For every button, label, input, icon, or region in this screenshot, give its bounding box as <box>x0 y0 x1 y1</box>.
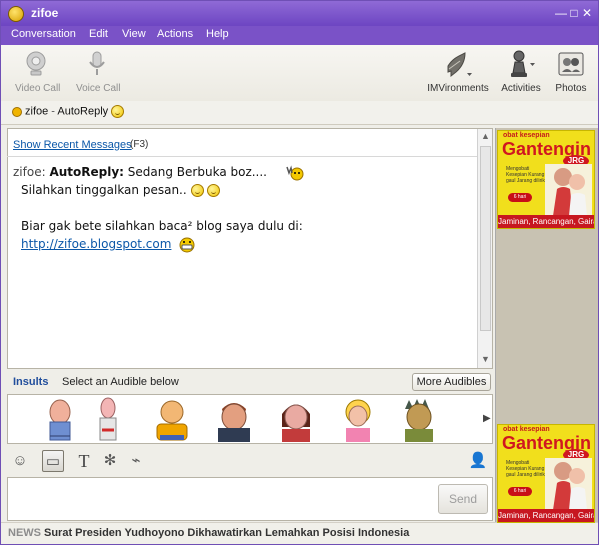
audible-instruction: Select an Audible below <box>62 376 179 388</box>
ad-pill: 6 hari <box>508 487 532 496</box>
video-call-button[interactable]: Video Call <box>15 49 61 94</box>
audible-character-4[interactable] <box>210 397 258 443</box>
news-headline[interactable]: Surat Presiden Yudhoyono Dikhawatirkan L… <box>44 527 409 539</box>
menu-view[interactable]: View <box>122 28 146 40</box>
message-line-4: http://zifoe.blogspot.com <box>13 235 483 253</box>
contact-info-icon[interactable]: 👤 <box>467 450 489 472</box>
send-button[interactable]: Send <box>438 484 488 514</box>
audible-toggle-icon[interactable]: ▭ <box>42 450 64 472</box>
audible-strip-next-arrow-icon[interactable]: ▶ <box>483 413 492 425</box>
audible-category[interactable]: Insults <box>13 376 48 388</box>
menu-edit[interactable]: Edit <box>89 28 108 40</box>
messenger-smiley-icon <box>8 6 24 22</box>
scroll-thumb[interactable] <box>480 146 491 331</box>
imvironments-button[interactable]: IMVironments <box>427 49 489 94</box>
ad-people-image <box>545 164 592 216</box>
menu-help[interactable]: Help <box>206 28 229 40</box>
attachment-icon[interactable]: ⌁ <box>125 450 147 472</box>
photos-button[interactable]: Photos <box>553 49 589 94</box>
message-line-1: zifoe: AutoReply: Sedang Berbuka boz.... <box>13 163 483 181</box>
message-text-3: Biar gak bete silahkan baca² blog saya d… <box>21 219 303 233</box>
message-list: zifoe: AutoReply: Sedang Berbuka boz....… <box>13 163 483 253</box>
conversation-scrollbar[interactable]: ▲ ▼ <box>477 129 492 368</box>
news-label: NEWS <box>8 527 41 539</box>
audible-character-5[interactable] <box>272 397 320 443</box>
ad-small-text: obat kesepian <box>503 132 550 139</box>
menu-conversation[interactable]: Conversation <box>11 28 76 40</box>
input-formatting-toolbar: ☺ ▭ T ✻ ⌁ 👤 <box>7 447 493 475</box>
presence-status-icon <box>12 107 22 117</box>
message-line-3: Biar gak bete silahkan baca² blog saya d… <box>13 217 483 235</box>
menu-bar: Conversation Edit View Actions Help <box>1 26 598 45</box>
ad-note: Mengobati Kesepian Kurang gaul Jarang di… <box>506 460 545 478</box>
ad-small-text: obat kesepian <box>503 426 550 433</box>
chess-pawn-icon <box>511 50 535 77</box>
audible-character-6[interactable] <box>334 397 382 443</box>
camera-icon <box>26 51 46 76</box>
window-title: zifoe <box>31 6 59 20</box>
ad-bottom-text: Jaminan, Rancangan, Gairah <box>498 509 595 522</box>
ad-note: Mengobati Kesepian Kurang gaul Jarang di… <box>506 166 545 184</box>
message-text-2: Silahkan tinggalkan pesan.. <box>21 183 187 197</box>
activities-label: Activities <box>501 83 541 94</box>
history-separator <box>7 156 479 157</box>
status-smiley-icon <box>111 105 125 118</box>
contact-name: zifoe <box>25 105 49 118</box>
video-call-label: Video Call <box>15 83 61 94</box>
recent-messages-shortcut: (F3) <box>130 139 149 150</box>
photos-icon <box>558 52 584 76</box>
minimize-button[interactable]: — <box>554 6 568 20</box>
contact-autoreply-status: AutoReply <box>57 105 109 118</box>
ad-people-image <box>545 458 592 510</box>
smile-emoticon-icon <box>190 184 204 197</box>
advertisement-banner-top[interactable]: obat kesepian Gantengin JRG Mengobati Ke… <box>497 130 595 229</box>
ad-pill: 6 hari <box>508 193 532 202</box>
message-speaker: zifoe: <box>13 165 46 179</box>
autoreply-label: AutoReply: <box>49 165 124 179</box>
audible-character-2[interactable] <box>86 397 134 443</box>
news-ticker: NEWS Surat Presiden Yudhoyono Dikhawatir… <box>1 522 598 544</box>
im-conversation-window: zifoe — □ ✕ Conversation Edit View Actio… <box>0 0 599 545</box>
contact-status: zifoe - AutoReply <box>25 105 125 118</box>
scroll-up-arrow-icon[interactable]: ▲ <box>479 130 492 144</box>
blog-link[interactable]: http://zifoe.blogspot.com <box>21 237 171 251</box>
audible-strip: ▶ <box>7 394 493 444</box>
text-format-icon[interactable]: T <box>73 450 95 472</box>
maximize-button[interactable]: □ <box>567 6 581 20</box>
main-toolbar: Video Call Voice Call IMVironments Activ… <box>1 45 598 101</box>
show-recent-messages-link[interactable]: Show Recent Messages <box>13 139 132 151</box>
grin-emoticon-icon <box>179 237 195 252</box>
voice-call-label: Voice Call <box>76 83 121 94</box>
ad-bottom-text: Jaminan, Rancangan, Gairah <box>498 215 595 228</box>
imvironments-label: IMVironments <box>427 83 489 94</box>
scroll-down-arrow-icon[interactable]: ▼ <box>479 353 492 367</box>
microphone-icon <box>89 51 105 75</box>
message-compose-input[interactable] <box>7 477 493 521</box>
photos-label: Photos <box>555 83 587 94</box>
audible-header: Insults Select an Audible below More Aud… <box>7 372 493 394</box>
audible-character-1[interactable] <box>38 397 86 443</box>
activities-button[interactable]: Activities <box>501 49 541 94</box>
message-text-1: Sedang Berbuka boz.... <box>127 165 267 179</box>
wave-emoticon-icon <box>286 164 304 180</box>
message-line-2: Silahkan tinggalkan pesan.. <box>13 181 483 199</box>
smile-emoticon-icon <box>207 184 221 197</box>
emoticon-picker-icon[interactable]: ☺ <box>9 450 31 472</box>
imvironments-icon <box>447 52 472 78</box>
audible-character-3[interactable] <box>148 397 196 443</box>
close-button[interactable]: ✕ <box>580 6 594 20</box>
audible-character-7[interactable] <box>395 397 443 443</box>
more-audibles-button[interactable]: More Audibles <box>412 373 491 391</box>
menu-actions[interactable]: Actions <box>157 28 193 40</box>
settings-icon[interactable]: ✻ <box>99 450 121 472</box>
title-bar: zifoe — □ ✕ <box>1 1 598 26</box>
voice-call-button[interactable]: Voice Call <box>76 49 121 94</box>
advertisement-banner-bottom[interactable]: obat kesepian Gantengin JRG Mengobati Ke… <box>497 424 595 523</box>
